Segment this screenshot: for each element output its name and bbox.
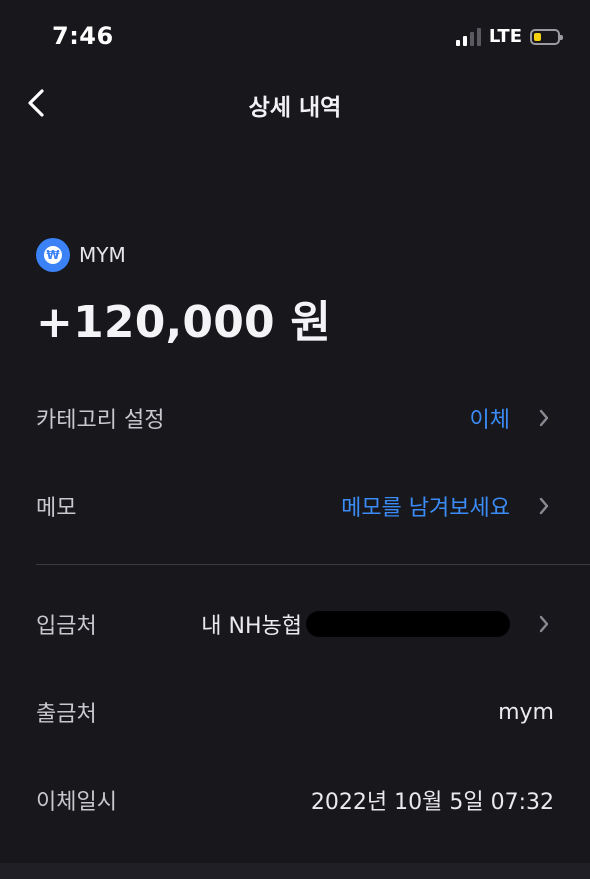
deposit-to-value: 내 NH농협: [201, 608, 510, 640]
memo-value[interactable]: 메모를 남겨보세요: [341, 490, 510, 522]
redacted-account-number: [306, 611, 510, 637]
transaction-amount: +120,000 원: [36, 297, 332, 348]
won-symbol: ₩: [44, 246, 62, 264]
battery-fill: [534, 32, 541, 41]
battery-icon: [530, 28, 563, 45]
signal-icon: [455, 27, 481, 46]
status-bar: 7:46 LTE: [0, 0, 590, 70]
network-label: LTE: [488, 26, 522, 47]
transaction-detail-screen: 7:46 LTE 상세 내역 ₩ MYM +120,000 원 카테고리 설정 …: [0, 0, 590, 879]
category-value[interactable]: 이체: [470, 402, 510, 434]
deposit-to-account: 내 NH농협: [201, 614, 302, 639]
withdraw-from-value: mym: [498, 699, 554, 725]
memo-row[interactable]: 메모 메모를 남겨보세요: [36, 478, 554, 534]
withdraw-from-row: 출금처 mym: [36, 684, 554, 740]
page-title: 상세 내역: [248, 95, 342, 121]
memo-label: 메모: [36, 496, 77, 521]
won-icon: ₩: [36, 238, 70, 272]
withdraw-from-label: 출금처: [36, 702, 97, 727]
status-indicators: LTE: [455, 26, 563, 47]
bottom-bar: [0, 863, 590, 879]
status-time: 7:46: [52, 22, 114, 50]
deposit-to-row[interactable]: 입금처 내 NH농협: [36, 596, 554, 652]
chevron-right-icon: [532, 614, 556, 634]
transfer-time-row: 이체일시 2022년 10월 5일 07:32: [36, 772, 554, 828]
account-row: ₩ MYM: [36, 238, 126, 272]
nav-header: 상세 내역: [0, 78, 590, 128]
transfer-time-value: 2022년 10월 5일 07:32: [310, 790, 554, 815]
category-label: 카테고리 설정: [36, 408, 165, 433]
category-row[interactable]: 카테고리 설정 이체: [36, 390, 554, 446]
chevron-right-icon: [532, 496, 556, 516]
transfer-time-label: 이체일시: [36, 790, 117, 815]
account-name: MYM: [79, 243, 126, 267]
chevron-right-icon: [532, 408, 556, 428]
section-divider: [36, 564, 590, 565]
deposit-to-label: 입금처: [36, 614, 97, 639]
